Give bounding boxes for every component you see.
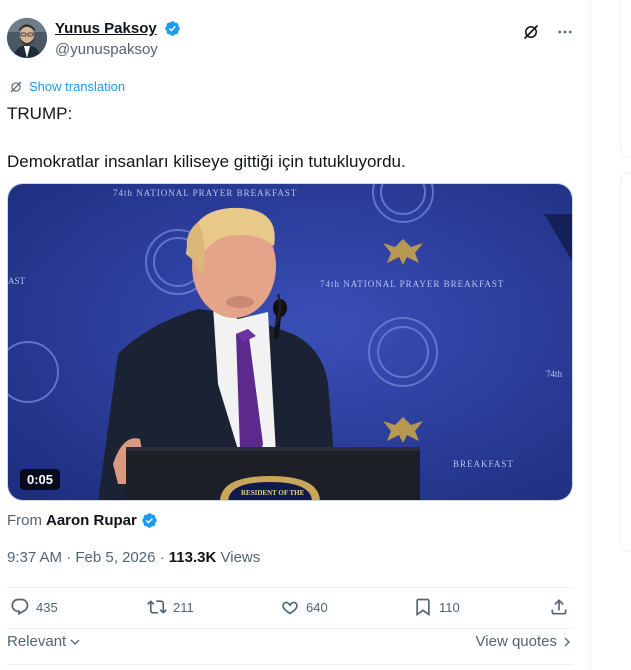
tweet-header: Yunus Paksoy @yunuspaksoy — [7, 18, 575, 62]
repost-icon — [147, 600, 167, 614]
repost-count: 211 — [173, 599, 194, 615]
verified-badge-icon[interactable] — [164, 20, 181, 37]
more-icon[interactable] — [555, 22, 575, 42]
reply-count: 435 — [36, 599, 58, 615]
chevron-down-icon — [70, 639, 80, 645]
sort-label: Relevant — [7, 633, 67, 650]
backdrop-text: AST — [8, 276, 26, 286]
tweet-text-line: TRUMP: — [7, 104, 73, 123]
video-player[interactable]: 74th NATIONAL PRAYER BREAKFAST 74th NATI… — [7, 183, 573, 501]
views-label: Views — [220, 549, 261, 566]
backdrop-text: BREAKFAST — [453, 459, 514, 469]
meta-separator: · — [159, 549, 165, 566]
view-quotes-link[interactable]: View quotes — [476, 633, 573, 650]
grok-translate-icon — [10, 81, 22, 92]
heart-icon — [282, 601, 298, 615]
like-button[interactable]: 640 — [280, 597, 328, 617]
bookmark-icon — [416, 598, 430, 617]
author-display-name[interactable]: Yunus Paksoy — [55, 20, 157, 37]
bookmark-count: 110 — [439, 599, 460, 615]
column-divider — [590, 0, 591, 670]
tweet-meta: 9:37 AM · Feb 5, 2026 · 113.3K Views — [7, 549, 260, 566]
meta-separator: · — [66, 549, 72, 566]
header-actions — [521, 22, 575, 42]
media-source-prefix: From — [7, 512, 42, 529]
share-button[interactable] — [549, 597, 569, 617]
avatar-image — [7, 18, 47, 58]
tweet-actions: 435 211 640 110 — [7, 597, 573, 623]
views-count: 113.3K — [168, 549, 217, 566]
author-handle[interactable]: @yunuspaksoy — [55, 41, 181, 58]
backdrop-text: 74th — [546, 369, 563, 379]
media-source-name[interactable]: Aaron Rupar — [46, 512, 137, 529]
media-source: From Aaron Rupar — [7, 512, 158, 529]
tweet-date[interactable]: Feb 5, 2026 — [75, 549, 155, 566]
divider — [7, 587, 573, 588]
bookmark-button[interactable]: 110 — [413, 597, 460, 617]
reply-icon — [11, 598, 29, 616]
grok-icon[interactable] — [521, 22, 541, 42]
verified-badge-icon — [142, 513, 157, 528]
backdrop-text: 74th NATIONAL PRAYER BREAKFAST — [113, 188, 297, 198]
sort-dropdown[interactable]: Relevant — [7, 633, 81, 650]
author-names: Yunus Paksoy @yunuspaksoy — [55, 20, 181, 58]
tweet-text-line: Demokratlar insanları kiliseye gittiği i… — [7, 152, 406, 171]
podium-seal-text: RESIDENT OF THE — [241, 489, 305, 497]
tweet-time[interactable]: 9:37 AM — [7, 549, 62, 566]
chevron-right-icon — [564, 637, 570, 646]
avatar[interactable] — [7, 18, 47, 58]
divider — [7, 664, 573, 665]
sidebar-card — [620, 172, 631, 552]
show-translation-label: Show translation — [29, 79, 126, 94]
sidebar-card — [620, 0, 631, 158]
view-quotes-label: View quotes — [475, 633, 557, 650]
backdrop-text: 74th NATIONAL PRAYER BREAKFAST — [320, 279, 504, 289]
like-count: 640 — [306, 599, 328, 615]
repost-button[interactable]: 211 — [147, 597, 194, 617]
video-duration-badge: 0:05 — [20, 469, 61, 490]
reply-button[interactable]: 435 — [10, 597, 58, 617]
video-frame: 74th NATIONAL PRAYER BREAKFAST 74th NATI… — [8, 184, 572, 500]
divider — [7, 628, 573, 629]
share-icon — [551, 599, 567, 615]
replies-toolbar: Relevant View quotes — [7, 633, 573, 653]
show-translation-link[interactable]: Show translation — [9, 79, 125, 94]
